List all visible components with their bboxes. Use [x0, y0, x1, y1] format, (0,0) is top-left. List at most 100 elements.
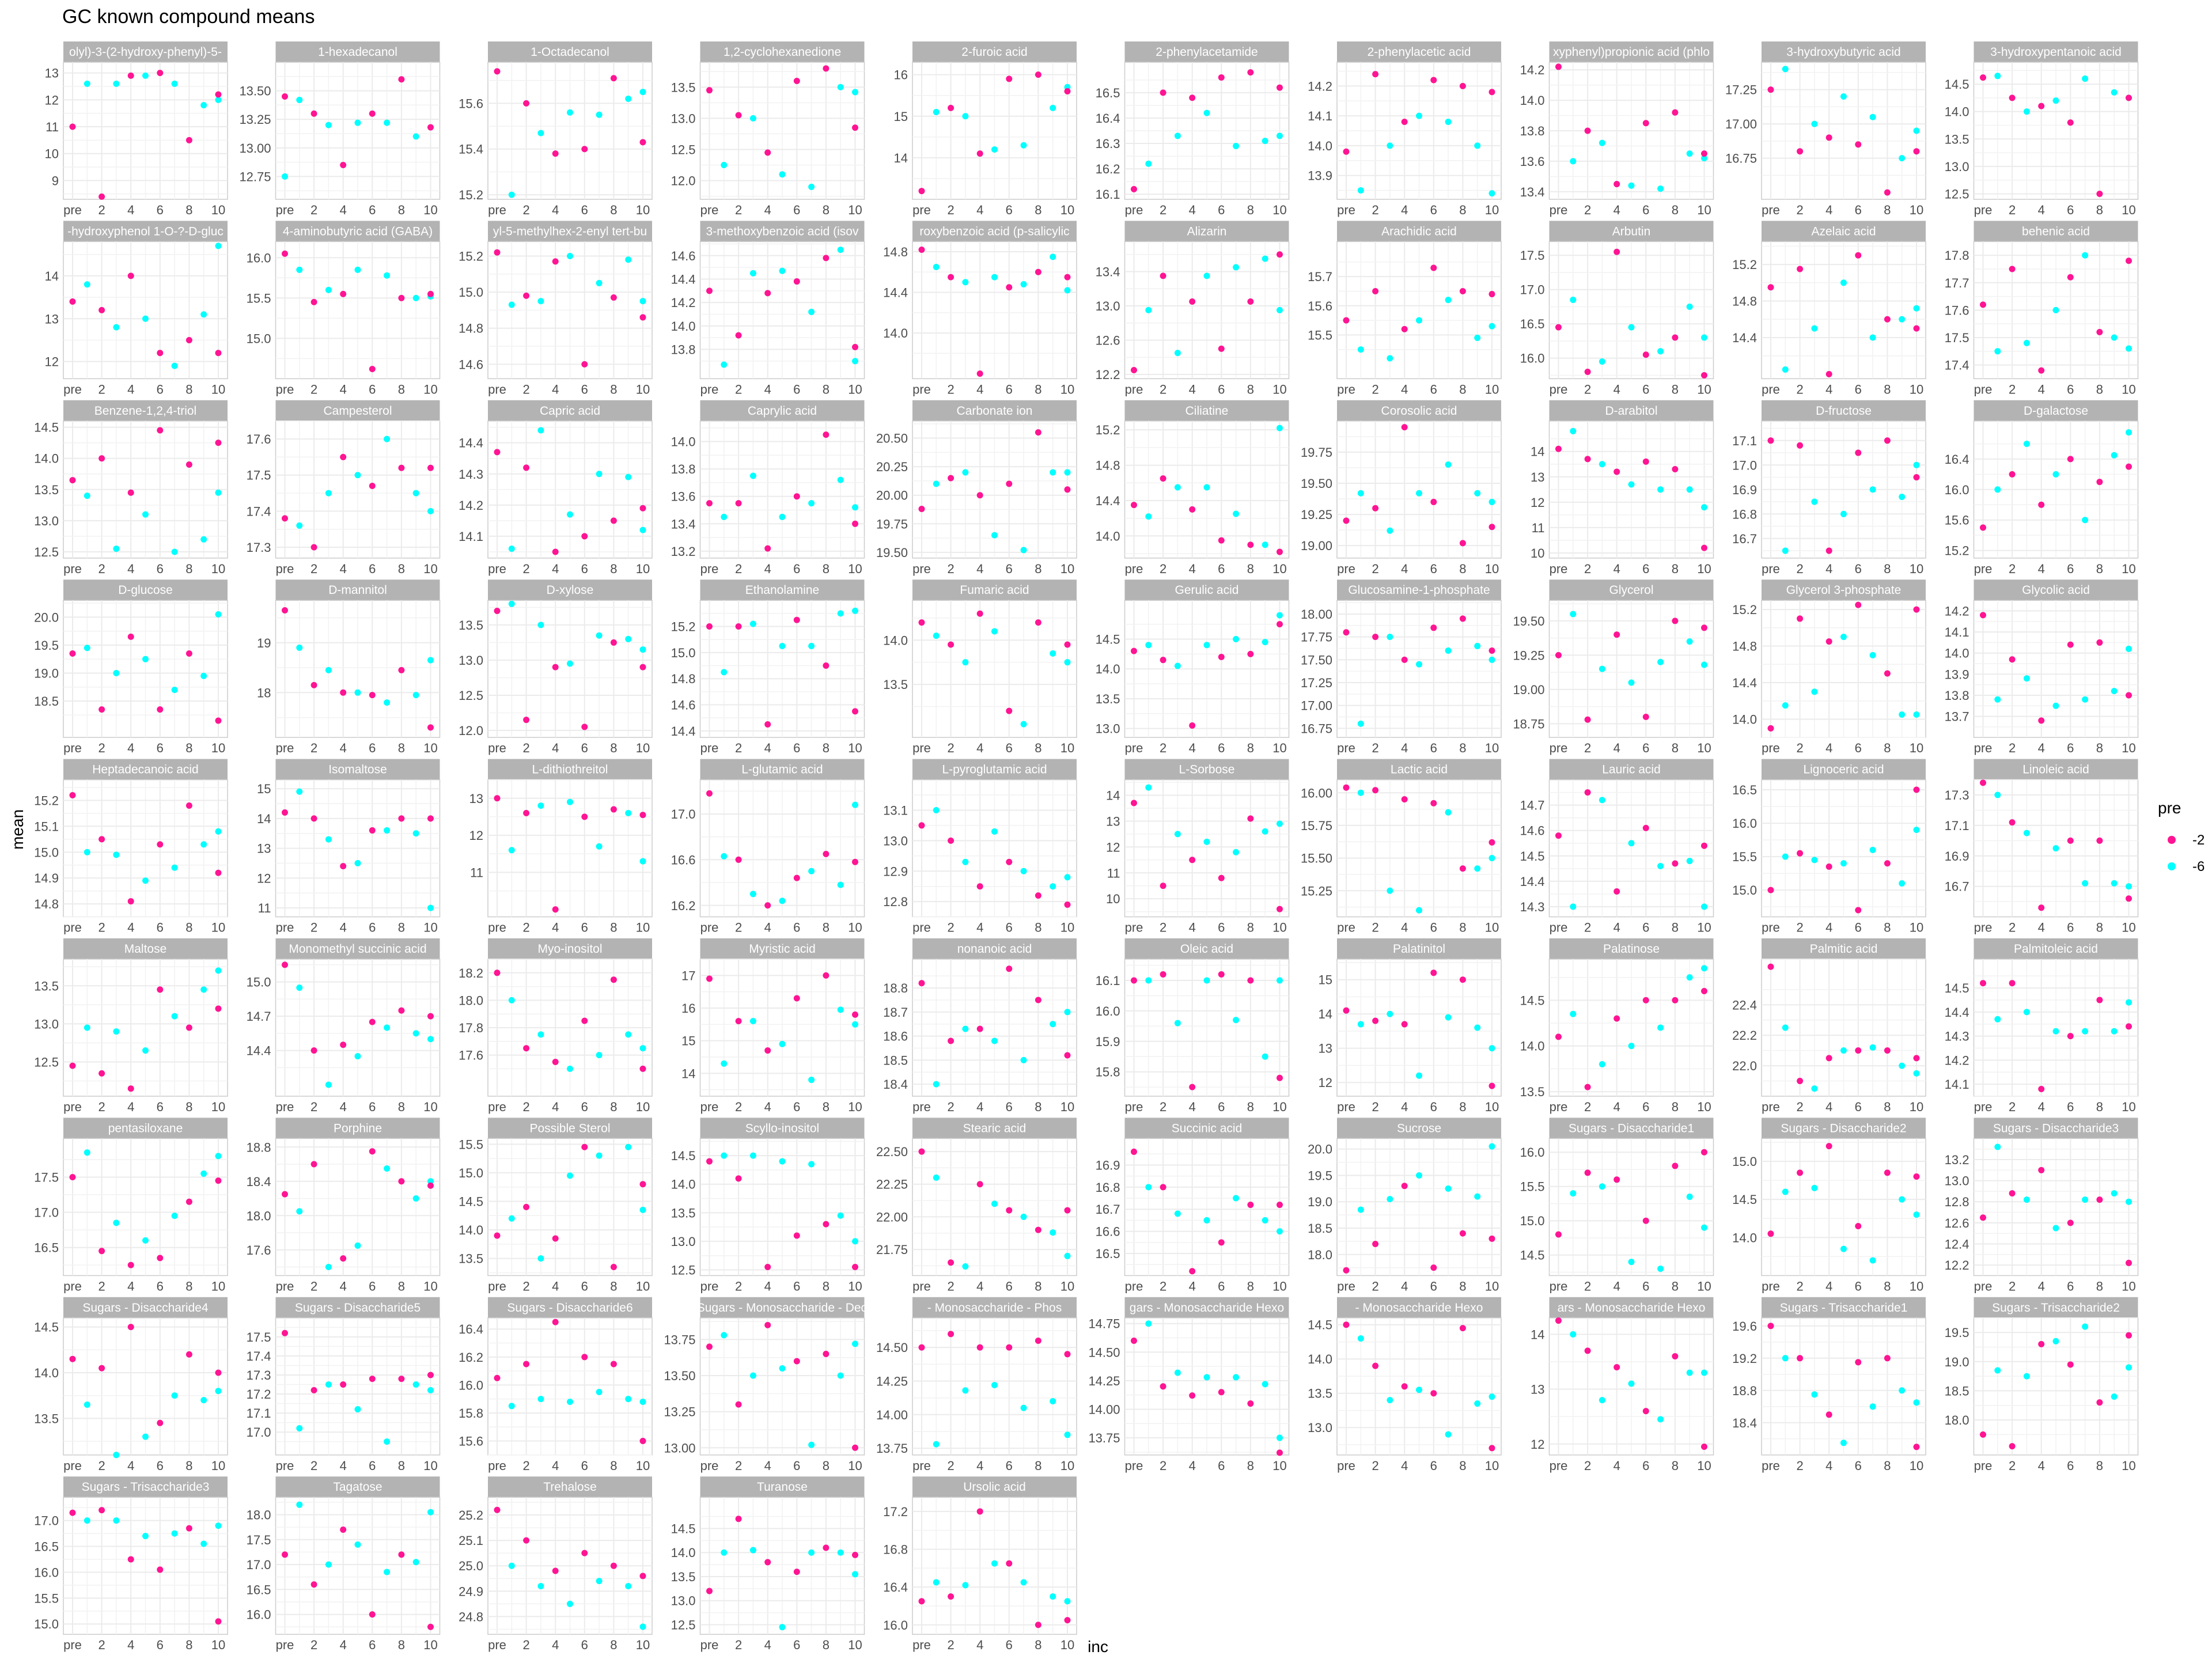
point-series-minus2 — [1855, 1359, 1862, 1366]
point-series-minus6 — [84, 1024, 90, 1031]
x-tick-label: 8 — [1035, 562, 1041, 576]
point-series-minus6 — [625, 1143, 632, 1150]
point-series-minus6 — [508, 600, 515, 607]
x-tick-label: 6 — [157, 921, 164, 935]
point-series-minus2 — [1555, 832, 1562, 839]
y-tick-label: 13.2 — [1945, 1153, 1969, 1167]
point-series-minus2 — [639, 1065, 646, 1072]
x-tick-label: pre — [1550, 1100, 1568, 1114]
point-series-minus6 — [412, 1030, 419, 1037]
point-series-minus2 — [1701, 150, 1707, 157]
y-tick-label: 13.0 — [34, 514, 59, 528]
y-tick-label: 15 — [1319, 973, 1332, 987]
point-series-minus2 — [1855, 907, 1862, 914]
point-series-minus6 — [1899, 1387, 1906, 1394]
point-series-minus6 — [1020, 142, 1027, 149]
point-series-minus2 — [1825, 1143, 1832, 1150]
point-series-minus2 — [1672, 618, 1679, 624]
y-tick-label: 16.0 — [1520, 351, 1545, 366]
point-series-minus2 — [1006, 1560, 1013, 1567]
point-series-minus2 — [215, 1618, 222, 1625]
point-series-minus2 — [1006, 858, 1013, 865]
point-series-minus2 — [1980, 1431, 1986, 1438]
point-series-minus2 — [2126, 895, 2132, 902]
point-series-minus2 — [1343, 1321, 1350, 1328]
point-series-minus6 — [1145, 784, 1152, 791]
point-series-minus2 — [764, 290, 771, 297]
point-series-minus2 — [1247, 69, 1254, 76]
facet-panel-3-hydroxypentanoic-acid: 3-hydroxypentanoic acidpre 2 4 6 8 1012.513.0… — [1945, 41, 2139, 217]
point-series-minus2 — [1160, 89, 1166, 96]
x-tick-label: 6 — [1006, 1100, 1013, 1114]
x-tick-label: 8 — [2096, 203, 2103, 217]
point-series-minus6 — [200, 1540, 207, 1547]
x-tick-label: 6 — [1642, 382, 1649, 396]
point-series-minus6 — [1474, 1193, 1481, 1200]
facet-strip-label: Sugars - Disaccharide4 — [82, 1301, 209, 1315]
point-series-minus6 — [508, 997, 515, 1003]
point-series-minus6 — [1840, 93, 1847, 100]
x-tick-label: 2 — [98, 741, 105, 755]
x-tick-label: 10 — [1272, 382, 1286, 396]
x-tick-label: 2 — [1584, 741, 1591, 755]
point-series-minus2 — [1797, 1355, 1804, 1362]
point-series-minus2 — [1430, 969, 1437, 976]
y-tick-label: 18.8 — [1732, 1384, 1757, 1398]
point-series-minus2 — [1401, 1383, 1408, 1390]
point-series-minus6 — [1050, 253, 1056, 260]
x-tick-label: 2 — [1796, 741, 1803, 755]
point-series-minus2 — [69, 298, 76, 305]
x-tick-label: 10 — [1697, 203, 1711, 217]
x-tick-label: 4 — [340, 203, 347, 217]
point-series-minus6 — [808, 308, 815, 315]
y-tick-label: 17.5 — [247, 1330, 271, 1344]
y-tick-label: 13.6 — [1520, 154, 1545, 169]
y-tick-label: 17.25 — [1301, 676, 1332, 690]
x-tick-label: 2 — [522, 1279, 529, 1293]
point-series-minus2 — [948, 1037, 955, 1044]
point-series-minus6 — [354, 1406, 361, 1412]
y-tick-label: 14.2 — [459, 498, 483, 513]
x-tick-label: 10 — [636, 1638, 650, 1652]
point-series-minus2 — [552, 150, 559, 157]
y-tick-label: 15.25 — [1301, 884, 1332, 898]
point-series-minus6 — [2082, 1028, 2089, 1035]
point-series-minus6 — [1701, 1224, 1707, 1231]
facet-panel-3-2-hydroxy-phenyl: olyl)-3-(2-hydroxy-phenyl)-5-pre 2 4 6 8 1091… — [45, 41, 228, 217]
point-series-minus2 — [948, 104, 955, 111]
facet-strip-label: olyl)-3-(2-hydroxy-phenyl)-5- — [69, 46, 222, 59]
point-series-minus6 — [2111, 880, 2118, 887]
point-series-minus6 — [354, 472, 361, 479]
point-series-minus6 — [1686, 974, 1693, 981]
facet-panel-myo-inositol: Myo-inositolpre 2 4 6 8 1017.617.818.018.2 — [459, 938, 653, 1114]
point-series-minus6 — [113, 851, 120, 858]
facet-panel-1-hexadecanol: 1-hexadecanolpre 2 4 6 8 1012.7513.0013.2513.… — [239, 41, 441, 217]
x-tick-label: 6 — [157, 1279, 164, 1293]
point-series-minus2 — [1980, 612, 1986, 619]
y-tick-label: 13.5 — [34, 979, 59, 993]
facet-panel-l-sorbose: L-Sorbosepre 2 4 6 8 101011121314 — [1106, 759, 1290, 935]
point-series-minus2 — [2096, 1196, 2103, 1203]
x-tick-label: pre — [912, 382, 931, 396]
point-series-minus2 — [1131, 1148, 1137, 1155]
y-tick-label: 13.75 — [1088, 1431, 1120, 1445]
point-series-minus6 — [1233, 510, 1240, 517]
point-series-minus6 — [1050, 104, 1056, 111]
point-series-minus6 — [837, 610, 844, 617]
point-series-minus2 — [2038, 103, 2045, 109]
point-series-minus6 — [1050, 1593, 1056, 1600]
point-series-minus6 — [1445, 647, 1452, 654]
point-series-minus6 — [142, 511, 149, 518]
y-tick-label: 13 — [1531, 1382, 1544, 1397]
point-series-minus2 — [2067, 274, 2074, 281]
y-tick-label: 16.7 — [1096, 1202, 1120, 1217]
point-series-minus6 — [625, 95, 632, 102]
point-series-minus2 — [340, 1526, 347, 1533]
y-tick-label: 22.25 — [876, 1177, 908, 1192]
point-series-minus2 — [976, 1344, 983, 1351]
x-tick-label: 8 — [1884, 921, 1891, 935]
point-series-minus2 — [793, 493, 800, 500]
y-tick-label: 15.7 — [1308, 270, 1332, 284]
point-series-minus2 — [2067, 1361, 2074, 1368]
facet-panel-arachidic-acid: Arachidic acidpre 2 4 6 8 1015.515.615.7 — [1308, 221, 1502, 396]
